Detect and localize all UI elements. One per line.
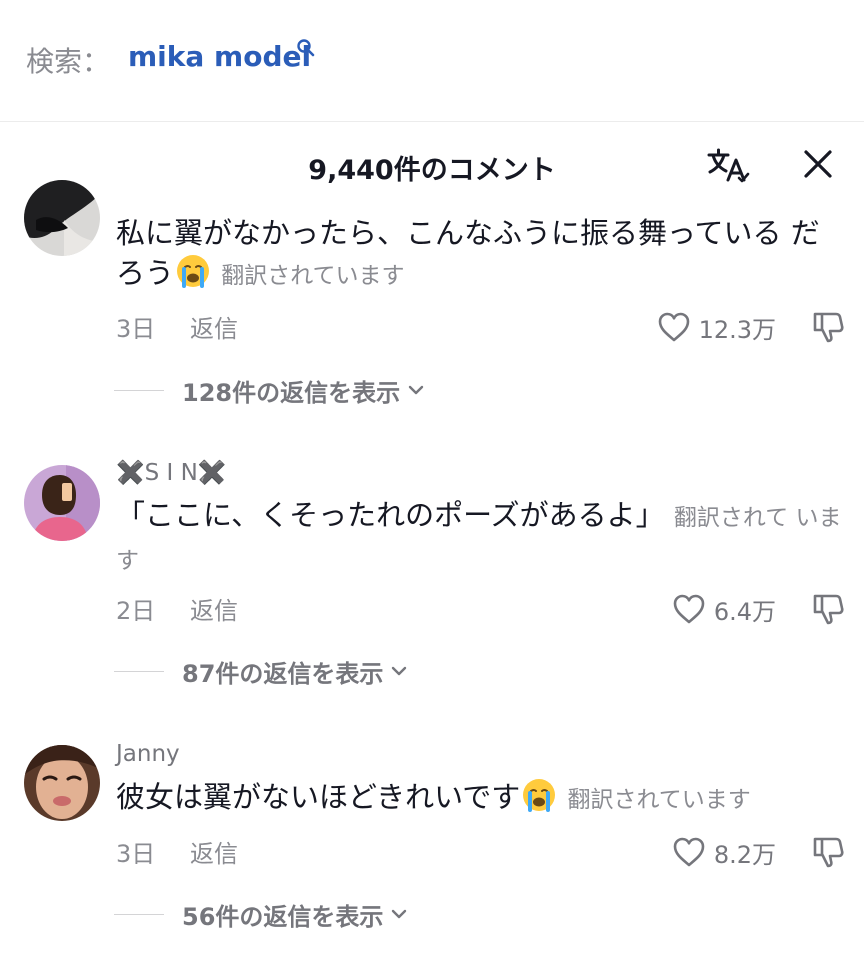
comment-username[interactable]: ✖️S I N✖️ — [116, 459, 227, 486]
avatar[interactable] — [24, 465, 100, 541]
reply-button[interactable]: 返信 — [190, 591, 238, 626]
chevron-down-icon — [392, 666, 407, 676]
comment-username[interactable]: Janny — [116, 741, 180, 767]
search-query-link[interactable]: mika model — [128, 40, 311, 73]
search-label: 検索： — [26, 45, 111, 78]
heart-icon — [673, 837, 705, 867]
like-count: 12.3万 — [698, 315, 776, 344]
crying-face-emoji — [522, 778, 556, 812]
like-count: 8.2万 — [713, 840, 776, 869]
reply-button[interactable]: 返信 — [190, 834, 238, 869]
comment-meta: 3日 返信 8.2万 — [116, 834, 846, 870]
translated-label[interactable]: 翻訳されています — [567, 787, 750, 813]
heart-icon — [658, 312, 689, 342]
avatar[interactable] — [24, 745, 100, 821]
comment-date: 2日 — [116, 597, 156, 625]
search-bar[interactable]: 検索： mika model — [0, 0, 864, 122]
chevron-down-icon — [392, 909, 407, 919]
view-replies-button[interactable]: 128件の返信を表示 — [114, 374, 424, 407]
search-icon[interactable] — [296, 38, 318, 60]
comment-meta: 3日 返信 12.3万 — [116, 309, 846, 345]
comment-date: 3日 — [116, 315, 156, 343]
dislike-icon[interactable] — [810, 309, 846, 345]
close-icon[interactable] — [800, 146, 836, 182]
translate-icon[interactable] — [706, 146, 750, 184]
view-replies-label: 56件の返信を表示 — [182, 902, 384, 931]
reply-divider-line — [114, 389, 164, 391]
reply-divider-line — [114, 913, 164, 915]
comment-text: 「ここに、くそったれのポーズがあるよ」 翻訳されて います — [116, 498, 842, 574]
view-replies-label: 128件の返信を表示 — [182, 378, 401, 407]
comment-text: 私に翼がなかったら、こんなふうに振る舞っている だろう 翻訳されています — [116, 216, 820, 290]
avatar[interactable] — [24, 180, 100, 256]
crying-face-emoji — [176, 254, 210, 288]
translated-label[interactable]: 翻訳されています — [221, 263, 404, 289]
view-replies-button[interactable]: 56件の返信を表示 — [114, 898, 407, 931]
dislike-icon[interactable] — [810, 591, 846, 627]
like-button[interactable]: 6.4万 — [672, 591, 776, 627]
reply-button[interactable]: 返信 — [190, 309, 238, 344]
like-count: 6.4万 — [713, 597, 776, 626]
like-button[interactable]: 8.2万 — [672, 834, 776, 870]
heart-icon — [673, 594, 705, 624]
like-button[interactable]: 12.3万 — [657, 309, 776, 345]
view-replies-label: 87件の返信を表示 — [182, 659, 384, 688]
comment-meta: 2日 返信 6.4万 — [116, 591, 846, 627]
comments-header: 9,440件のコメント — [0, 130, 864, 200]
reply-divider-line — [114, 670, 164, 672]
comment-date: 3日 — [116, 840, 156, 868]
view-replies-button[interactable]: 87件の返信を表示 — [114, 655, 407, 688]
comment-text: 彼女は翼がないほどきれいです 翻訳されています — [116, 778, 751, 814]
dislike-icon[interactable] — [810, 834, 846, 870]
chevron-down-icon — [408, 385, 424, 395]
